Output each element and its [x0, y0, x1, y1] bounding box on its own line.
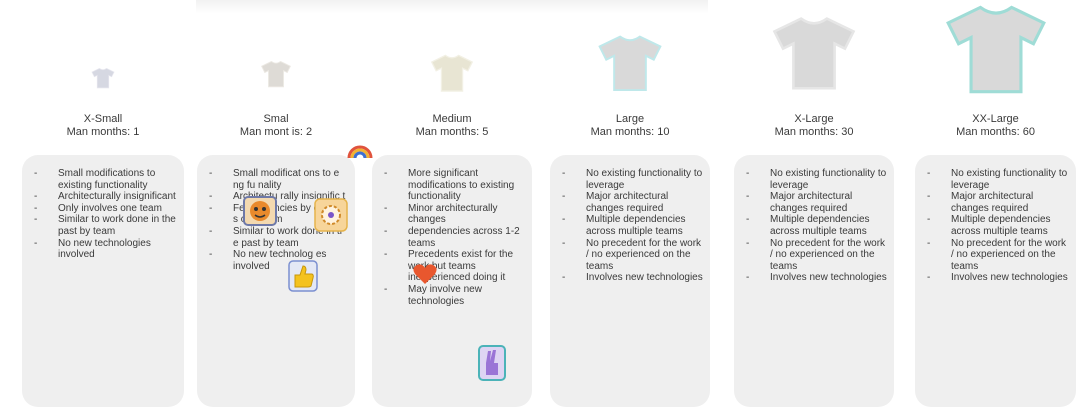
- criteria-item: Architecturally insignificant: [30, 191, 178, 203]
- victory-hand-sticker-icon: [478, 345, 506, 381]
- criteria-card: Small modificat ons to e ng fu nality Ar…: [197, 155, 355, 407]
- criteria-item: Involves new technologies: [742, 272, 888, 284]
- size-column-medium: Medium Man months: 5 More significant mo…: [372, 0, 532, 407]
- man-months-label: Man months: 1: [66, 126, 140, 138]
- man-months-label: Man months: 30: [774, 126, 854, 138]
- size-title: Large: [615, 113, 645, 125]
- tshirt-icon: [197, 60, 355, 88]
- party-face-sticker-icon: [243, 196, 277, 226]
- criteria-item: Minor architecturally changes: [380, 203, 526, 226]
- criteria-item: No existing functionality to leverage: [558, 168, 704, 191]
- criteria-item: No existing functionality to leverage: [742, 168, 888, 191]
- criteria-item: Similar to work done in the past by team: [30, 214, 178, 237]
- criteria-item: Major architectural changes required: [923, 191, 1070, 214]
- criteria-item: No precedent for the work / no experienc…: [558, 238, 704, 273]
- criteria-item: Multiple dependencies across multiple te…: [923, 214, 1070, 237]
- criteria-item: Small modificat ons to e ng fu nality: [205, 168, 349, 191]
- criteria-item: No new technologies involved: [30, 238, 178, 261]
- size-column-large: Large Man months: 10 No existing functio…: [550, 0, 710, 407]
- criteria-item: Major architectural changes required: [558, 191, 704, 214]
- size-title: XX-Large: [972, 113, 1019, 125]
- criteria-card: No existing functionality to leverage Ma…: [550, 155, 710, 407]
- size-column-x-large: X-Large Man months: 30 No existing funct…: [734, 0, 894, 407]
- size-column-xx-large: XX-Large Man months: 60 No existing func…: [915, 0, 1076, 407]
- size-column-x-small: X-Small Man months: 1 Small modification…: [22, 0, 184, 407]
- thumbs-up-sticker-icon: [288, 260, 318, 292]
- size-title: Medium: [432, 113, 472, 125]
- criteria-item: No precedent for the work / no experienc…: [742, 238, 888, 273]
- size-title: Smal: [263, 113, 289, 125]
- tshirt-icon: [22, 67, 184, 89]
- criteria-item: Multiple dependencies across multiple te…: [742, 214, 888, 237]
- criteria-item: May involve new technologies: [380, 284, 526, 307]
- criteria-item: No new technolog es involved: [205, 249, 349, 272]
- criteria-item: Precedents exist for the work but teams …: [380, 249, 526, 284]
- criteria-item: More significant modifications to existi…: [380, 168, 526, 203]
- tshirt-icon: [734, 14, 894, 92]
- criteria-item: No existing functionality to leverage: [923, 168, 1070, 191]
- man-months-label: Man mont is: 2: [239, 126, 313, 138]
- criteria-item: Small modifications to existing function…: [30, 168, 178, 191]
- criteria-card: Small modifications to existing function…: [22, 155, 184, 407]
- criteria-card: No existing functionality to leverage Ma…: [734, 155, 894, 407]
- man-months-label: Man months: 10: [590, 126, 670, 138]
- criteria-card: More significant modifications to existi…: [372, 155, 532, 407]
- tshirt-icon: [550, 33, 710, 93]
- tshirt-icon: [372, 53, 532, 93]
- criteria-card: No existing functionality to leverage Ma…: [915, 155, 1076, 407]
- criteria-item: Only involves one team: [30, 203, 178, 215]
- criteria-item: Involves new technologies: [923, 272, 1070, 284]
- size-title: X-Small: [83, 113, 123, 125]
- size-title: X-Large: [794, 113, 834, 125]
- sparkle-badge-sticker-icon: [314, 198, 348, 232]
- rainbow-sticker-icon: [347, 140, 373, 160]
- tshirt-icon: [915, 2, 1076, 96]
- man-months-label: Man months: 5: [415, 126, 489, 138]
- criteria-item: Involves new technologies: [558, 272, 704, 284]
- criteria-item: No precedent for the work / no experienc…: [923, 238, 1070, 273]
- man-months-label: Man months: 60: [956, 126, 1035, 138]
- criteria-item: dependencies across 1-2 teams: [380, 226, 526, 249]
- criteria-item: Multiple dependencies across multiple te…: [558, 214, 704, 237]
- heart-sticker-icon: [412, 262, 438, 286]
- criteria-item: Major architectural changes required: [742, 191, 888, 214]
